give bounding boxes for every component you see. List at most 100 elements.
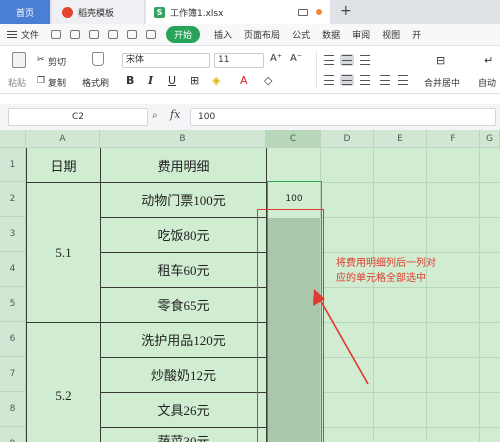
bold-button[interactable]: B bbox=[126, 74, 134, 87]
row-header-3[interactable]: 3 bbox=[0, 217, 26, 252]
cell-b8[interactable]: 文具26元 bbox=[101, 392, 266, 427]
gridline bbox=[321, 427, 500, 428]
monitor-icon[interactable] bbox=[298, 8, 308, 16]
cell-c2[interactable]: 100 bbox=[268, 194, 320, 204]
save-icon[interactable] bbox=[51, 30, 62, 39]
cell-b5[interactable]: 零食65元 bbox=[101, 287, 266, 322]
row-header-4[interactable]: 4 bbox=[0, 252, 26, 287]
export-icon[interactable] bbox=[70, 30, 81, 39]
underline-button[interactable]: U bbox=[168, 74, 176, 87]
redo-icon[interactable] bbox=[146, 30, 157, 39]
cell-a6-merged[interactable]: 5.2 bbox=[27, 323, 100, 442]
tab-document[interactable]: S 工作簿1.xlsx bbox=[146, 0, 330, 24]
row-header-7[interactable]: 7 bbox=[0, 357, 26, 392]
merge-center-button[interactable]: 合并居中 bbox=[424, 76, 460, 89]
font-color-icon[interactable]: A bbox=[240, 74, 248, 87]
spreadsheet-grid[interactable]: A B C D E F G 1 2 3 4 5 6 7 8 9 日期 费用明细 … bbox=[0, 130, 500, 442]
distributed-icon[interactable] bbox=[396, 74, 410, 86]
spreadsheet-icon: S bbox=[154, 6, 165, 18]
font-size-select[interactable]: 11 bbox=[214, 53, 264, 68]
column-header-b[interactable]: B bbox=[100, 130, 266, 148]
cell-b3[interactable]: 吃饭80元 bbox=[101, 217, 266, 252]
menu-file[interactable]: 文件 bbox=[21, 28, 39, 41]
tab-review[interactable]: 审阅 bbox=[352, 28, 370, 41]
increase-font-icon[interactable]: A⁺ bbox=[270, 53, 282, 64]
format-painter-button[interactable]: 格式刷 bbox=[82, 76, 109, 89]
row-header-1[interactable]: 1 bbox=[0, 148, 26, 182]
cell-b1[interactable]: 费用明细 bbox=[101, 148, 266, 182]
new-tab-button[interactable]: + bbox=[340, 3, 352, 19]
cell-b2[interactable]: 动物门票100元 bbox=[101, 182, 266, 217]
column-header-g[interactable]: G bbox=[480, 130, 500, 148]
gridline bbox=[479, 148, 480, 442]
row-header-5[interactable]: 5 bbox=[0, 287, 26, 322]
column-header-d[interactable]: D bbox=[321, 130, 374, 148]
tab-document-label: 工作簿1.xlsx bbox=[170, 8, 224, 19]
wrap-text-icon[interactable]: ↵ bbox=[484, 54, 493, 67]
formula-bar: C2 ⌕ fx 100 bbox=[0, 104, 500, 130]
paste-icon[interactable] bbox=[12, 52, 26, 68]
align-top-icon[interactable] bbox=[322, 54, 336, 66]
formula-input[interactable]: 100 bbox=[190, 108, 496, 126]
tab-page-layout[interactable]: 页面布局 bbox=[244, 28, 280, 41]
decrease-font-icon[interactable]: A⁻ bbox=[290, 53, 302, 64]
undo-icon[interactable] bbox=[127, 30, 138, 39]
tab-bar: 首页 稻壳模板 S 工作簿1.xlsx + bbox=[0, 0, 500, 24]
paste-button[interactable]: 粘贴 bbox=[8, 76, 26, 89]
row-header-8[interactable]: 8 bbox=[0, 392, 26, 427]
print-preview-icon[interactable] bbox=[108, 30, 119, 39]
italic-button[interactable]: I bbox=[148, 74, 153, 87]
cell-b9[interactable]: 蔬菜30元 bbox=[101, 427, 266, 442]
merge-center-icon[interactable]: ⊟ bbox=[436, 54, 445, 67]
cell-b6[interactable]: 洗护用品120元 bbox=[101, 322, 266, 357]
align-right-icon[interactable] bbox=[358, 74, 372, 86]
align-left-icon[interactable] bbox=[322, 74, 336, 86]
unsaved-dot-icon bbox=[316, 9, 322, 15]
row-header-2[interactable]: 2 bbox=[0, 182, 26, 217]
cell-b7[interactable]: 炒酸奶12元 bbox=[101, 357, 266, 392]
tab-template[interactable]: 稻壳模板 bbox=[52, 0, 144, 24]
gridline bbox=[426, 148, 427, 442]
annotation-line-1: 将费用明细列后一列对 bbox=[336, 258, 436, 269]
tab-developer[interactable]: 开 bbox=[412, 28, 421, 41]
column-header-f[interactable]: F bbox=[427, 130, 480, 148]
font-name-select[interactable]: 宋体 bbox=[122, 53, 210, 68]
row-header-9[interactable]: 9 bbox=[0, 427, 26, 442]
scissors-icon: ✂ bbox=[37, 55, 45, 65]
fill-color-icon[interactable]: ◈ bbox=[212, 74, 220, 87]
name-box[interactable]: C2 bbox=[8, 108, 148, 126]
zoom-icon[interactable]: ⌕ bbox=[152, 110, 158, 121]
wrap-text-button[interactable]: 自动 bbox=[478, 76, 496, 89]
tab-data[interactable]: 数据 bbox=[322, 28, 340, 41]
cell-a1[interactable]: 日期 bbox=[27, 148, 100, 182]
justify-icon[interactable] bbox=[378, 74, 392, 86]
align-bottom-icon[interactable] bbox=[358, 54, 372, 66]
border-icon[interactable]: ⊞ bbox=[190, 74, 199, 87]
column-header-c[interactable]: C bbox=[266, 130, 321, 148]
column-header-a[interactable]: A bbox=[26, 130, 100, 148]
gridline bbox=[321, 217, 500, 218]
select-all-corner[interactable] bbox=[0, 130, 26, 148]
tab-insert[interactable]: 插入 bbox=[214, 28, 232, 41]
print-icon[interactable] bbox=[89, 30, 100, 39]
format-painter-icon[interactable] bbox=[92, 52, 104, 66]
fx-icon[interactable]: fx bbox=[170, 108, 180, 121]
gridline bbox=[321, 182, 500, 183]
cut-button[interactable]: 剪切 bbox=[48, 55, 66, 68]
quick-access-toolbar bbox=[51, 30, 157, 39]
clear-format-icon[interactable]: ◇ bbox=[264, 74, 272, 87]
menu-icon[interactable] bbox=[7, 31, 17, 38]
align-center-icon[interactable] bbox=[340, 74, 354, 86]
cell-b4[interactable]: 租车60元 bbox=[101, 252, 266, 287]
column-header-e[interactable]: E bbox=[374, 130, 427, 148]
gridline bbox=[321, 392, 500, 393]
copy-button[interactable]: 复制 bbox=[48, 76, 66, 89]
cell-a2-merged[interactable]: 5.1 bbox=[27, 183, 100, 322]
tab-view[interactable]: 视图 bbox=[382, 28, 400, 41]
row-header-6[interactable]: 6 bbox=[0, 322, 26, 357]
tab-start[interactable]: 开始 bbox=[166, 26, 201, 43]
ribbon: 粘贴 剪切 复制 ✂ ❐ 格式刷 宋体 11 A⁺ A⁻ B I U ⊞ ◈ A… bbox=[0, 46, 500, 94]
tab-home[interactable]: 首页 bbox=[0, 0, 50, 24]
tab-formulas[interactable]: 公式 bbox=[292, 28, 310, 41]
align-middle-icon[interactable] bbox=[340, 54, 354, 66]
